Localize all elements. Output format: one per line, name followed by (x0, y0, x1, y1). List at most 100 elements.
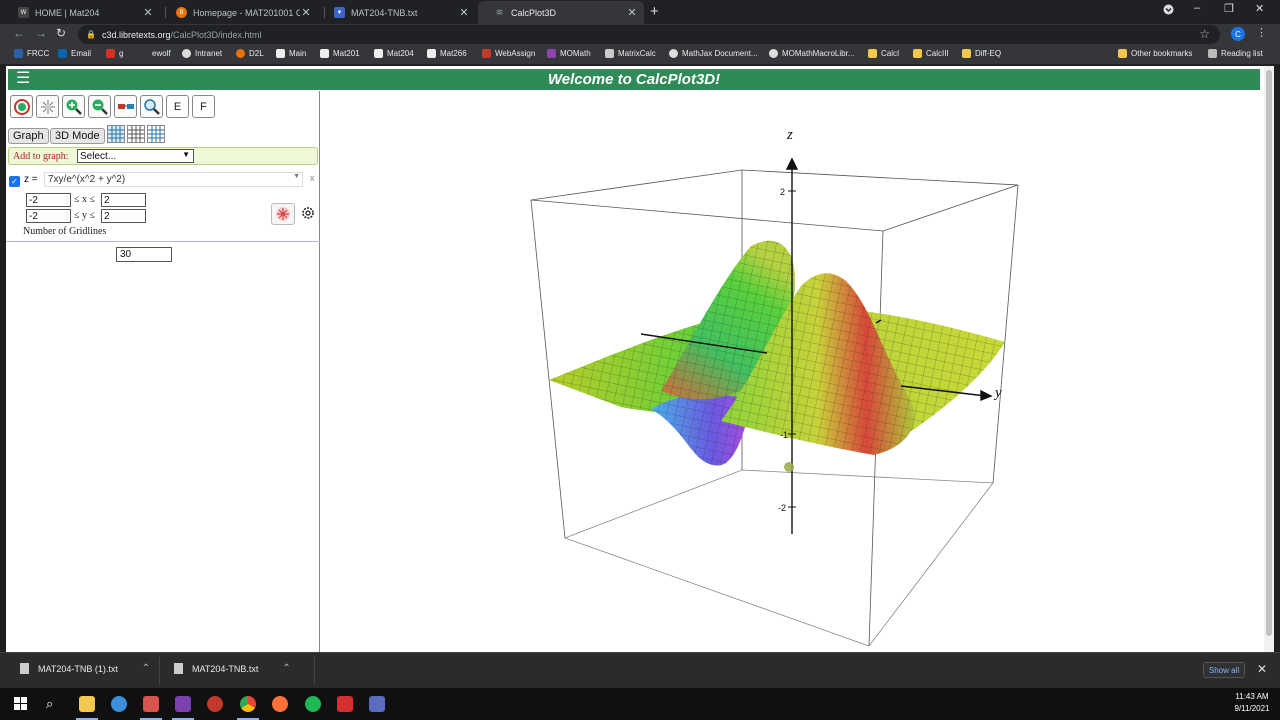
grid-view-3-icon[interactable] (147, 125, 165, 143)
system-clock[interactable]: 11:43 AM 9/11/2021 (1228, 691, 1276, 715)
reset-axes-icon[interactable] (36, 95, 59, 118)
file-explorer-icon[interactable] (79, 696, 95, 712)
profile-avatar[interactable]: C (1231, 27, 1245, 41)
bookmark-mat201[interactable]: Mat201 (320, 49, 360, 58)
tab-search-icon[interactable] (1163, 4, 1174, 18)
screen-recorder-icon[interactable] (143, 696, 159, 712)
acrobat-icon[interactable] (337, 696, 353, 712)
bookmark-email[interactable]: Email (58, 49, 91, 58)
minimize-icon[interactable]: – (1194, 2, 1200, 14)
bookmark-matrixcalc[interactable]: MatrixCalc (605, 49, 656, 58)
3d-glasses-icon[interactable] (114, 95, 137, 118)
chrome-icon[interactable] (240, 696, 256, 712)
bookmark-d2l[interactable]: D2L (236, 49, 264, 58)
text-file-icon (174, 663, 183, 674)
graph-mode-button[interactable]: Graph (8, 128, 49, 144)
close-tab-icon[interactable]: ✕ (300, 6, 312, 19)
bookmark-mathjax[interactable]: MathJax Document... (669, 49, 758, 58)
x-max-input[interactable]: 2 (101, 193, 146, 207)
z-tick-neg1: -1 (780, 430, 788, 440)
bookmark-intranet[interactable]: Intranet (182, 49, 222, 58)
function-visible-checkbox[interactable]: ✓ (9, 176, 20, 187)
x-range-label: ≤ x ≤ (74, 194, 95, 205)
close-downloads-icon[interactable]: ✕ (1257, 662, 1267, 676)
zoom-in-icon[interactable] (62, 95, 85, 118)
bookmark-diff-eq[interactable]: Diff-EQ (962, 49, 1001, 58)
chevron-down-icon[interactable]: ▼ (293, 173, 300, 180)
bookmark-calciii[interactable]: CalcIII (913, 49, 949, 58)
bookmark-momath[interactable]: MOMath (547, 49, 591, 58)
gridlines-input[interactable]: 30 (116, 247, 172, 262)
bookmark-g[interactable]: g (106, 49, 123, 58)
z-axis-label: z (786, 127, 793, 143)
onenote-icon[interactable] (175, 696, 191, 712)
download-item[interactable]: MAT204-TNB (1).txt ⌃ (20, 663, 150, 674)
windows-taskbar: ⌕ 11:43 AM 9/11/2021 (0, 688, 1280, 720)
remove-function-button[interactable]: x (310, 173, 315, 183)
bookmark-ewolf[interactable]: ewolf (139, 49, 171, 58)
app-icon[interactable] (111, 696, 127, 712)
tab-calcplot3d[interactable]: ≋ CalcPlot3D ✕ (478, 1, 644, 24)
zoom-out-icon[interactable] (88, 95, 111, 118)
add-to-graph-select[interactable]: Select... ▼ (77, 149, 194, 163)
bookmark-mat266[interactable]: Mat266 (427, 49, 467, 58)
settings-app-icon[interactable] (207, 696, 223, 712)
chevron-up-icon[interactable]: ⌃ (282, 663, 290, 674)
bookmark-other-folder[interactable]: Other bookmarks (1118, 49, 1192, 58)
y-range-label: ≤ y ≤ (74, 210, 95, 221)
address-bar[interactable]: 🔒 c3d.libretexts.org/CalcPlot3D/index.ht… (78, 25, 1220, 44)
close-tab-icon[interactable]: ✕ (458, 6, 470, 19)
search-icon[interactable]: ⌕ (46, 696, 53, 712)
bookmark-main[interactable]: Main (276, 49, 306, 58)
spotify-icon[interactable] (305, 696, 321, 712)
windows-start-icon[interactable] (14, 697, 27, 715)
reload-icon[interactable]: ↻ (56, 26, 66, 40)
edit-e-button[interactable]: E (166, 95, 189, 118)
gear-icon[interactable] (301, 206, 315, 225)
y-min-input[interactable]: -2 (26, 209, 71, 223)
chrome-menu-icon[interactable]: ⋮ (1256, 26, 1267, 39)
chevron-up-icon[interactable]: ⌃ (142, 663, 150, 674)
function-lhs-label: z = (24, 174, 38, 185)
f-button[interactable]: F (192, 95, 215, 118)
bookmark-momathmacro[interactable]: MOMathMacroLibr... (769, 49, 854, 58)
forward-icon[interactable]: → (35, 26, 47, 40)
back-icon[interactable]: ← (13, 26, 25, 40)
bookmarks-bar: FRCC Email g ewolf Intranet D2L Main Mat… (0, 45, 1280, 65)
grid-view-1-icon[interactable] (107, 125, 125, 143)
y-max-input[interactable]: 2 (101, 209, 146, 223)
cursor-indicator (784, 462, 794, 472)
function-settings-snowflake-icon[interactable] (271, 203, 295, 225)
page-scrollbar[interactable] (1264, 66, 1274, 652)
bookmark-frcc[interactable]: FRCC (14, 49, 49, 58)
3d-mode-button[interactable]: 3D Mode (50, 128, 105, 144)
reading-list-button[interactable]: Reading list (1208, 49, 1263, 58)
tab-homepage-mat201[interactable]: B Homepage - MAT201001 Calculu ✕ (160, 1, 318, 24)
x-min-input[interactable]: -2 (26, 193, 71, 207)
3d-plot-canvas[interactable]: z y 2 -1 -2 (321, 91, 1264, 652)
grid-view-2-icon[interactable] (127, 125, 145, 143)
rotate-icon[interactable] (10, 95, 33, 118)
tab-home-mat204[interactable]: W HOME | Mat204 ✕ (2, 1, 160, 24)
browser-toolbar: ← → ↻ 🔒 c3d.libretexts.org/CalcPlot3D/in… (0, 24, 1280, 45)
restore-icon[interactable]: ❐ (1224, 2, 1234, 15)
add-to-graph-row: Add to graph: Select... ▼ (8, 147, 318, 165)
magnifier-icon[interactable] (140, 95, 163, 118)
close-tab-icon[interactable]: ✕ (626, 6, 638, 19)
surface-plot (549, 240, 1005, 466)
bookmark-star-icon[interactable]: ☆ (1199, 27, 1210, 41)
bookmark-calci[interactable]: CalcI (868, 49, 899, 58)
bookmark-webassign[interactable]: WebAssign (482, 49, 535, 58)
wix-favicon-icon: W (18, 7, 29, 18)
close-tab-icon[interactable]: ✕ (142, 6, 154, 19)
app-2-icon[interactable] (369, 696, 385, 712)
download-item[interactable]: MAT204-TNB.txt ⌃ (174, 663, 291, 674)
function-expression-input[interactable]: 7xy/e^(x^2 + y^2) ▼ (44, 172, 303, 187)
firefox-icon[interactable] (272, 696, 288, 712)
tab-mat204-tnb[interactable]: ▼ MAT204-TNB.txt ✕ (318, 1, 476, 24)
add-to-graph-label: Add to graph: (13, 150, 69, 162)
new-tab-icon[interactable]: + (650, 3, 659, 20)
show-all-downloads-button[interactable]: Show all (1203, 662, 1245, 678)
bookmark-mat204[interactable]: Mat204 (374, 49, 414, 58)
close-window-icon[interactable]: ✕ (1255, 2, 1264, 15)
